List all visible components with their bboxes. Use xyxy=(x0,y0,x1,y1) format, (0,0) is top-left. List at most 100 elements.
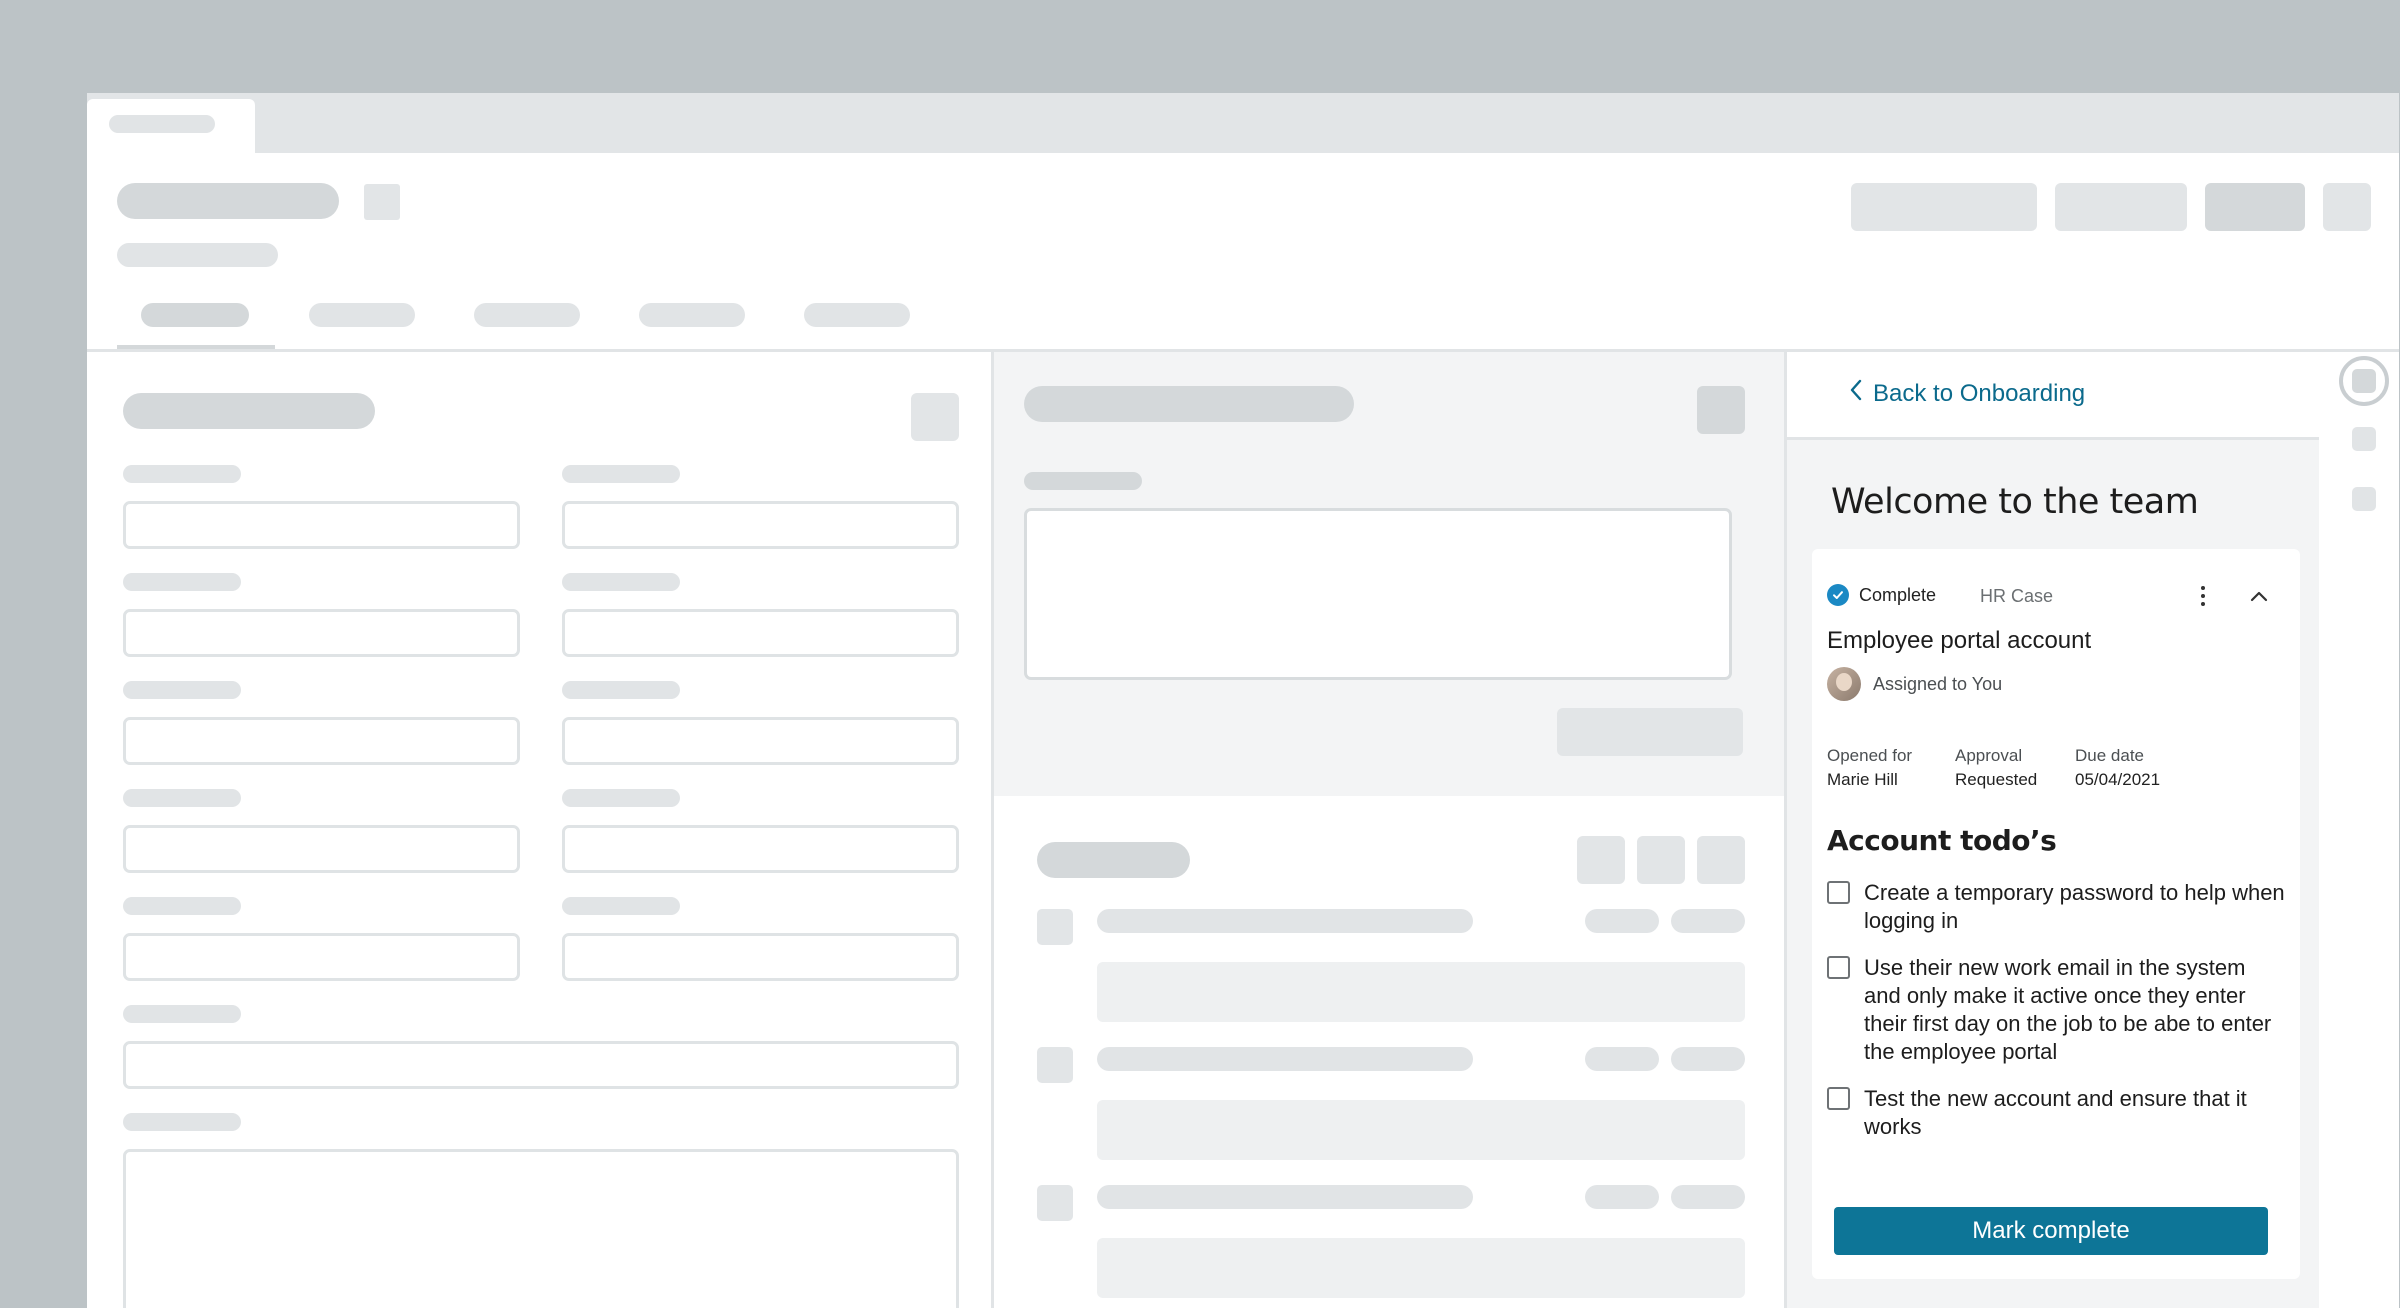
activity-body-placeholder xyxy=(1097,962,1745,1022)
form-title-placeholder xyxy=(123,393,375,429)
field-label-placeholder xyxy=(562,897,680,915)
header-icon-button-placeholder[interactable] xyxy=(2323,183,2371,231)
form-field[interactable] xyxy=(562,825,959,873)
tab-placeholder[interactable] xyxy=(639,303,745,327)
rail-active-icon[interactable] xyxy=(2339,356,2389,406)
todo-section-title: Account todo’s xyxy=(1827,824,2057,857)
meta-approval: Approval Requested xyxy=(1955,744,2037,792)
field-label-placeholder xyxy=(123,1005,241,1023)
compose-title-placeholder xyxy=(1024,386,1354,422)
activity-text-placeholder xyxy=(1097,1185,1473,1209)
activity-meta-placeholder xyxy=(1671,909,1745,933)
meta-due-date: Due date 05/04/2021 xyxy=(2075,744,2160,792)
check-circle-icon xyxy=(1827,584,1849,606)
activity-action-placeholder[interactable] xyxy=(1637,836,1685,884)
browser-window: Back to Onboarding Welcome to the team C… xyxy=(87,93,2399,1308)
side-rail xyxy=(2319,352,2399,1308)
activity-body-placeholder xyxy=(1097,1238,1745,1298)
tab-placeholder[interactable] xyxy=(474,303,580,327)
case-type: HR Case xyxy=(1980,586,2054,606)
back-to-onboarding-link[interactable]: Back to Onboarding xyxy=(1849,378,2085,409)
tab-placeholder[interactable] xyxy=(804,303,910,327)
activity-meta-placeholder xyxy=(1671,1185,1745,1209)
tab-title-placeholder xyxy=(109,115,215,133)
status-badge: Complete xyxy=(1827,584,1936,606)
activity-text-placeholder xyxy=(1097,1047,1473,1071)
compose-label-placeholder xyxy=(1024,472,1142,490)
field-label-placeholder xyxy=(562,789,680,807)
meta-label: Due date xyxy=(2075,746,2144,765)
activity-avatar-placeholder xyxy=(1037,909,1073,945)
meta-label: Opened for xyxy=(1827,746,1913,765)
back-link-label: Back to Onboarding xyxy=(1873,379,2086,407)
activity-meta-placeholder xyxy=(1585,1047,1659,1071)
activity-title-placeholder xyxy=(1037,842,1190,878)
form-icon-placeholder[interactable] xyxy=(911,393,959,441)
field-label-placeholder xyxy=(123,789,241,807)
task-card: Complete HR Case Employee portal account… xyxy=(1812,549,2300,1279)
field-label-placeholder xyxy=(562,573,680,591)
task-title: Employee portal account xyxy=(1827,627,2092,654)
activity-meta-placeholder xyxy=(1671,1047,1745,1071)
form-field[interactable] xyxy=(123,501,520,549)
header-icon-placeholder[interactable] xyxy=(364,184,400,220)
tab-placeholder[interactable] xyxy=(309,303,415,327)
avatar xyxy=(1827,667,1861,701)
form-field[interactable] xyxy=(562,609,959,657)
todo-item: Create a temporary password to help when… xyxy=(1827,879,2287,935)
field-label-placeholder xyxy=(123,681,241,699)
activity-body-placeholder xyxy=(1097,1100,1745,1160)
todo-checkbox[interactable] xyxy=(1827,1087,1850,1110)
activity-action-placeholder[interactable] xyxy=(1697,836,1745,884)
form-textarea[interactable] xyxy=(123,1149,959,1308)
chevron-left-icon xyxy=(1849,378,1863,409)
activity-action-placeholder[interactable] xyxy=(1577,836,1625,884)
form-field[interactable] xyxy=(562,717,959,765)
activity-avatar-placeholder xyxy=(1037,1047,1073,1083)
form-field[interactable] xyxy=(123,825,520,873)
field-label-placeholder xyxy=(123,573,241,591)
todo-item: Use their new work email in the system a… xyxy=(1827,954,2287,1066)
rail-icon[interactable] xyxy=(2352,487,2376,511)
assignee-label: Assigned to You xyxy=(1873,673,2003,694)
form-field[interactable] xyxy=(562,933,959,981)
meta-value: 05/04/2021 xyxy=(2075,770,2161,789)
header-button-placeholder[interactable] xyxy=(2055,183,2187,231)
todo-text: Test the new account and ensure that it … xyxy=(1864,1086,2247,1139)
form-field[interactable] xyxy=(562,501,959,549)
activity-text-placeholder xyxy=(1097,909,1473,933)
mark-complete-button[interactable]: Mark complete xyxy=(1834,1207,2268,1255)
todo-text: Use their new work email in the system a… xyxy=(1864,955,2272,1064)
chevron-up-icon[interactable] xyxy=(2246,583,2272,609)
rail-icon[interactable] xyxy=(2352,427,2376,451)
header-button-placeholder[interactable] xyxy=(2205,183,2305,231)
todo-text: Create a temporary password to help when… xyxy=(1864,880,2285,933)
active-tab[interactable] xyxy=(87,99,255,153)
field-label-placeholder xyxy=(123,465,241,483)
form-field[interactable] xyxy=(123,609,520,657)
field-label-placeholder xyxy=(123,1113,241,1131)
field-label-placeholder xyxy=(562,681,680,699)
tab-strip xyxy=(87,93,2399,153)
meta-opened-for: Opened for Marie Hill xyxy=(1827,744,1912,792)
form-field-wide[interactable] xyxy=(123,1041,959,1089)
tab-placeholder[interactable] xyxy=(141,303,249,327)
compose-button-placeholder[interactable] xyxy=(1557,708,1743,756)
compose-icon-placeholder[interactable] xyxy=(1697,386,1745,434)
compose-area xyxy=(994,352,1785,796)
form-field[interactable] xyxy=(123,717,520,765)
todo-checkbox[interactable] xyxy=(1827,881,1850,904)
compose-textarea[interactable] xyxy=(1024,508,1732,680)
record-subtitle-placeholder xyxy=(117,243,278,267)
form-field[interactable] xyxy=(123,933,520,981)
status-label: Complete xyxy=(1859,584,1937,605)
header-button-placeholder[interactable] xyxy=(1851,183,2037,231)
panel-header: Back to Onboarding xyxy=(1787,352,2319,440)
more-vertical-icon[interactable] xyxy=(2196,583,2210,609)
assignee: Assigned to You xyxy=(1827,667,2002,701)
meta-value: Requested xyxy=(1955,770,2038,789)
activity-meta-placeholder xyxy=(1585,909,1659,933)
todo-checkbox[interactable] xyxy=(1827,956,1850,979)
meta-label: Approval xyxy=(1955,746,2023,765)
activity-meta-placeholder xyxy=(1585,1185,1659,1209)
